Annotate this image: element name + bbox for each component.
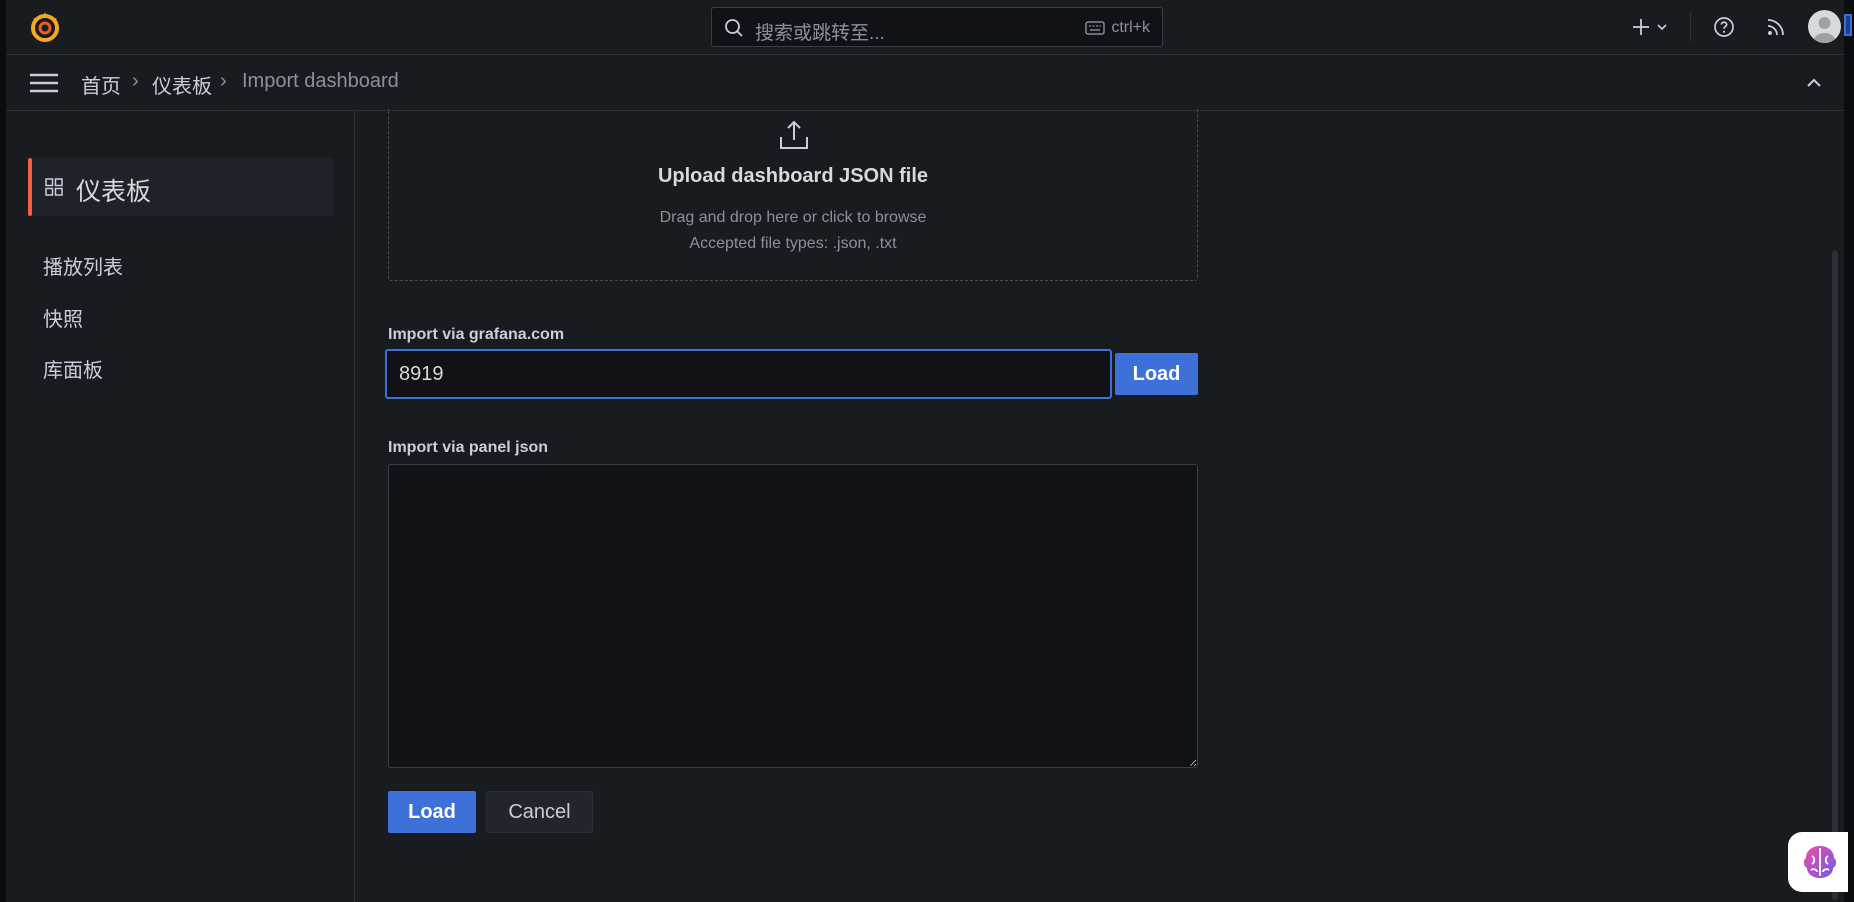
upload-icon — [780, 120, 808, 149]
grafana-id-input[interactable] — [385, 349, 1112, 399]
grafana-logo-icon[interactable] — [28, 10, 62, 44]
breadcrumb-dashboards[interactable]: 仪表板 — [152, 70, 212, 99]
sidebar-item-label: 仪表板 — [76, 178, 152, 206]
upload-title: Upload dashboard JSON file — [657, 165, 929, 187]
new-menu-button[interactable] — [1626, 13, 1674, 41]
sidebar-item-playlists[interactable]: 播放列表 — [43, 251, 123, 280]
chevron-down-icon — [1657, 24, 1667, 31]
rss-icon — [1767, 19, 1784, 36]
toolbar-divider — [1690, 12, 1691, 42]
breadcrumb-bar: 首页 › 仪表板 › Import dashboard — [6, 55, 1844, 111]
upload-file-types: Accepted file types: .json, .txt — [689, 235, 897, 252]
sidebar-item-snapshots[interactable]: 快照 — [43, 303, 83, 332]
brain-icon — [1803, 846, 1837, 878]
main-content: Upload dashboard JSON file Drag and drop… — [355, 109, 1844, 902]
help-icon — [1714, 17, 1734, 37]
window-right-edge — [1844, 0, 1854, 902]
keyboard-icon — [1085, 21, 1106, 35]
upload-hint: Drag and drop here or click to browse — [659, 209, 927, 226]
chevron-up-icon[interactable] — [1804, 73, 1824, 93]
menu-icon[interactable] — [30, 73, 58, 93]
search-shortcut: ctrl+k — [1085, 19, 1150, 37]
top-navbar: 搜索或跳转至... ctrl+k — [6, 0, 1844, 55]
breadcrumb-separator: › — [132, 70, 139, 92]
upload-dropzone[interactable]: Upload dashboard JSON file Drag and drop… — [388, 109, 1198, 281]
grafana-load-button[interactable]: Load — [1115, 353, 1198, 395]
user-icon — [1813, 17, 1836, 43]
sidebar: 仪表板 播放列表 快照 库面板 — [6, 111, 355, 902]
grafana-import-label: Import via grafana.com — [388, 326, 565, 343]
breadcrumb-home[interactable]: 首页 — [81, 70, 121, 99]
search-icon — [725, 19, 743, 37]
help-button[interactable] — [1710, 13, 1738, 41]
selection-edge-marker — [1844, 14, 1852, 36]
breadcrumb-separator: › — [220, 70, 227, 92]
apps-grid-icon — [45, 178, 63, 196]
search-bar[interactable]: 搜索或跳转至... ctrl+k — [711, 7, 1163, 47]
sidebar-item-library-panels[interactable]: 库面板 — [43, 354, 103, 383]
search-placeholder: 搜索或跳转至... — [755, 23, 885, 44]
panel-json-label: Import via panel json — [388, 439, 549, 456]
assistant-widget[interactable] — [1788, 832, 1848, 892]
news-button[interactable] — [1762, 13, 1790, 41]
sidebar-item-dashboards[interactable]: 仪表板 — [28, 158, 333, 216]
cancel-button[interactable]: Cancel — [486, 791, 593, 833]
load-button[interactable]: Load — [388, 791, 476, 833]
panel-json-textarea[interactable] — [388, 464, 1198, 768]
breadcrumb-current: Import dashboard — [242, 70, 399, 92]
page-scrollbar[interactable] — [1832, 250, 1838, 900]
plus-icon — [1633, 19, 1649, 35]
active-indicator — [28, 158, 32, 216]
user-avatar[interactable] — [1808, 10, 1841, 43]
